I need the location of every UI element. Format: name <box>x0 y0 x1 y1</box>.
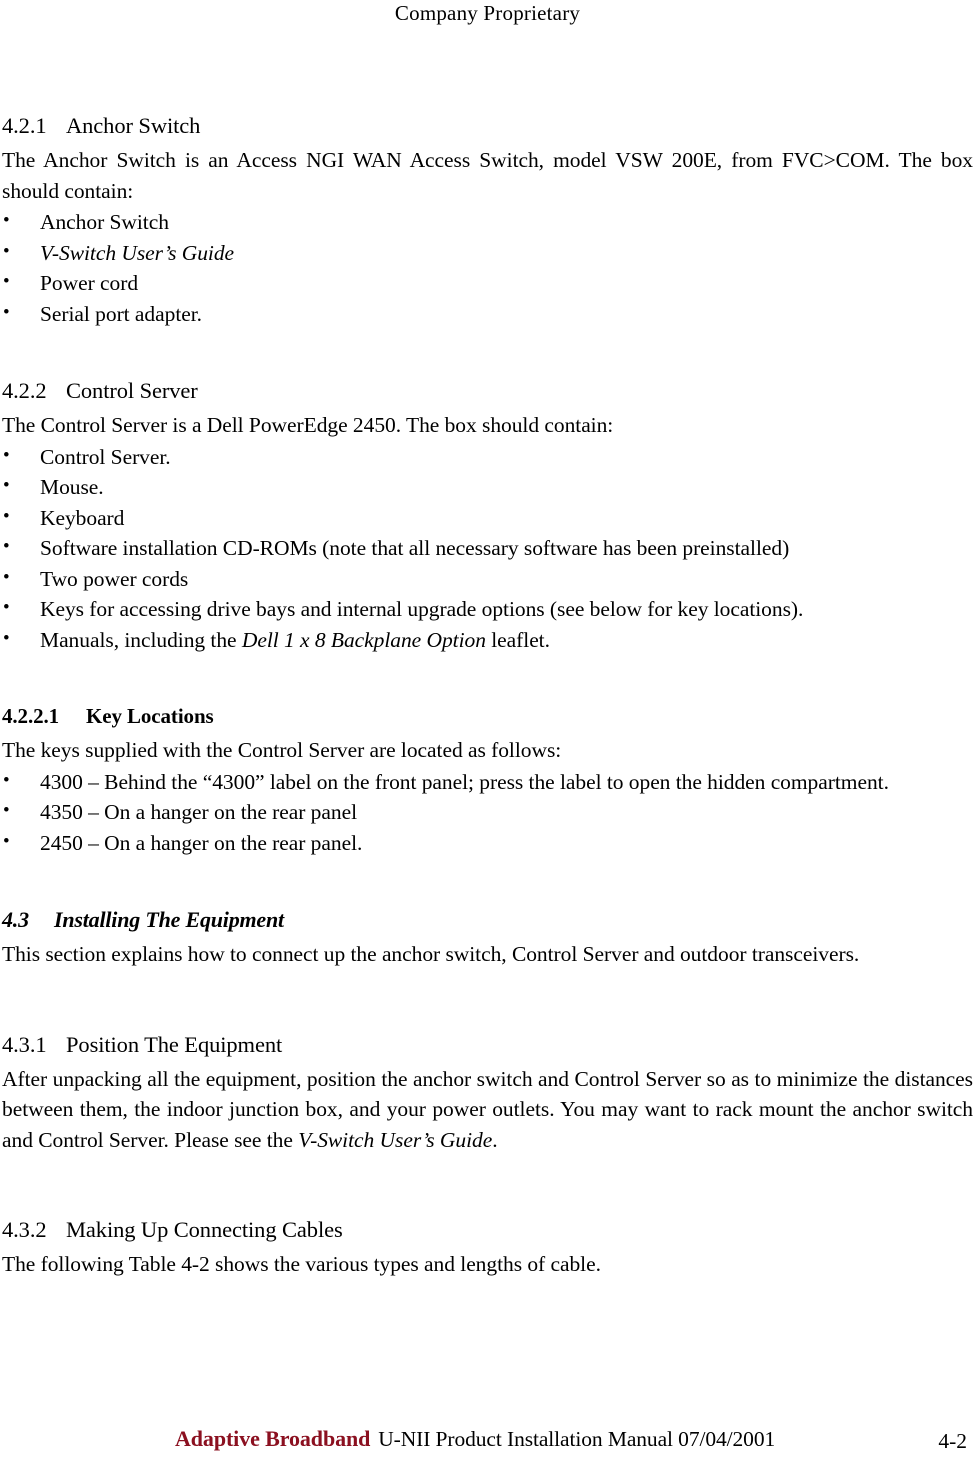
bullet-icon: • <box>3 566 10 588</box>
paragraph-key-locations-intro: The keys supplied with the Control Serve… <box>2 738 562 762</box>
paragraph-making-cables-intro: The following Table 4-2 shows the variou… <box>2 1252 601 1276</box>
list-item: • Serial port adapter. <box>2 299 973 330</box>
list-item: • Software installation CD-ROMs (note th… <box>2 533 973 564</box>
bullet-icon: • <box>3 769 10 791</box>
bullet-icon: • <box>3 830 10 852</box>
heading-4-3-title: Installing The Equipment <box>54 907 284 932</box>
list-control-server-contents: • Control Server. • Mouse. • Keyboard • … <box>2 442 973 656</box>
list-item: • V-Switch User’s Guide <box>2 238 973 269</box>
list-item: • 4300 – Behind the “4300” label on the … <box>2 767 973 798</box>
heading-4-2-1-title: Anchor Switch <box>66 113 201 138</box>
list-item: • Two power cords <box>2 564 973 595</box>
heading-4-2-2-title: Control Server <box>66 378 198 403</box>
list-item: • 2450 – On a hanger on the rear panel. <box>2 828 973 859</box>
footer-center-block: Adaptive Broadband U-NII Product Installa… <box>175 1424 775 1454</box>
bullet-icon: • <box>3 210 10 231</box>
list-item-label: V-Switch User’s Guide <box>40 240 235 265</box>
heading-4-3-number: 4.3 <box>2 907 29 932</box>
paragraph-control-server-intro: The Control Server is a Dell PowerEdge 2… <box>2 413 614 437</box>
heading-4-2-2-number: 4.2.2 <box>2 378 47 403</box>
heading-4-3: 4.3 Installing The Equipment <box>2 906 973 933</box>
bullet-icon: • <box>3 800 10 821</box>
paragraph-emphasis-guide: V-Switch User’s Guide <box>298 1127 493 1152</box>
list-item: • Control Server. <box>2 442 973 473</box>
list-item-label: 4300 – Behind the “4300” label on the fr… <box>40 769 889 794</box>
heading-4-3-2-title: Making Up Connecting Cables <box>66 1217 343 1242</box>
list-item-label: Two power cords <box>40 566 189 591</box>
list-item: • Anchor Switch <box>2 207 973 238</box>
list-item: • Mouse. <box>2 472 973 503</box>
bullet-icon: • <box>3 505 10 527</box>
list-item: • Manuals, including the Dell 1 x 8 Backp… <box>2 625 973 656</box>
heading-4-3-2-number: 4.3.2 <box>2 1217 47 1242</box>
list-item-label: Manuals, including the <box>40 627 242 652</box>
paragraph-text-tail: . <box>492 1127 498 1152</box>
heading-4-3-1: 4.3.1 Position The Equipment <box>2 1031 973 1058</box>
footer-manual-title: U-NII Product Installation Manual 07/04/… <box>378 1427 776 1451</box>
list-item: • 4350 – On a hanger on the rear panel <box>2 797 973 828</box>
list-item: • Power cord <box>2 268 973 299</box>
list-item-label: Keys for accessing drive bays and intern… <box>40 597 804 621</box>
list-item-label: Control Server. <box>40 444 171 469</box>
paragraph-installing-intro: This section explains how to connect up … <box>2 942 860 966</box>
list-item-label: 2450 – On a hanger on the rear panel. <box>40 830 363 855</box>
paragraph-anchor-switch-intro: The Anchor Switch is an Access NGI WAN A… <box>2 148 973 203</box>
list-item: • Keyboard <box>2 503 973 534</box>
bullet-icon: • <box>3 597 10 618</box>
heading-4-2-2-1: 4.2.2.1 Key Locations <box>2 703 973 729</box>
list-item-label: Anchor Switch <box>40 210 169 234</box>
list-item: • Keys for accessing drive bays and inte… <box>2 594 973 625</box>
heading-4-2-2-1-number: 4.2.2.1 <box>2 704 60 728</box>
heading-4-2-2: 4.2.2 Control Server <box>2 377 973 404</box>
bullet-icon: • <box>3 240 10 262</box>
heading-4-3-1-number: 4.3.1 <box>2 1031 47 1057</box>
running-head-text: Company Proprietary <box>394 1 581 25</box>
list-item-label: Mouse. <box>40 475 104 499</box>
bullet-icon: • <box>3 475 10 496</box>
paragraph-position-equipment: After unpacking all the equipment, posit… <box>2 1064 973 1156</box>
heading-4-3-2: 4.3.2 Making Up Connecting Cables <box>2 1216 973 1243</box>
list-anchor-switch-contents: • Anchor Switch • V-Switch User’s Guide … <box>2 207 973 329</box>
list-item-label: Keyboard <box>40 505 125 530</box>
heading-4-2-1: 4.2.1 Anchor Switch <box>2 112 973 139</box>
list-key-locations: • 4300 – Behind the “4300” label on the … <box>2 767 973 859</box>
list-item-label: Software installation CD-ROMs (note that… <box>40 536 790 560</box>
list-item-label: 4350 – On a hanger on the rear panel <box>40 800 357 824</box>
page-running-header: Company Proprietary <box>0 0 975 26</box>
page-body-content: 4.2.1 Anchor Switch The Anchor Switch is … <box>2 112 973 1281</box>
list-item-emphasis: Dell 1 x 8 Backplane Option <box>241 627 486 652</box>
heading-4-2-2-1-title: Key Locations <box>86 704 214 728</box>
page-running-footer: Adaptive Broadband U-NII Product Installa… <box>0 1424 975 1458</box>
list-item-label: Serial port adapter. <box>40 301 202 326</box>
list-item-label-tail: leaflet. <box>485 627 550 652</box>
list-item-label: Power cord <box>40 271 139 295</box>
document-page: Company Proprietary 4.2.1 Anchor Switch T… <box>0 0 975 1465</box>
heading-4-3-1-title: Position The Equipment <box>66 1031 283 1057</box>
page-number: 4-2 <box>938 1429 967 1453</box>
company-brand-label: Adaptive Broadband <box>175 1426 371 1451</box>
bullet-icon: • <box>3 627 10 649</box>
bullet-icon: • <box>3 301 10 323</box>
bullet-icon: • <box>3 536 10 557</box>
heading-4-2-1-number: 4.2.1 <box>2 113 47 138</box>
bullet-icon: • <box>3 271 10 292</box>
bullet-icon: • <box>3 444 10 466</box>
